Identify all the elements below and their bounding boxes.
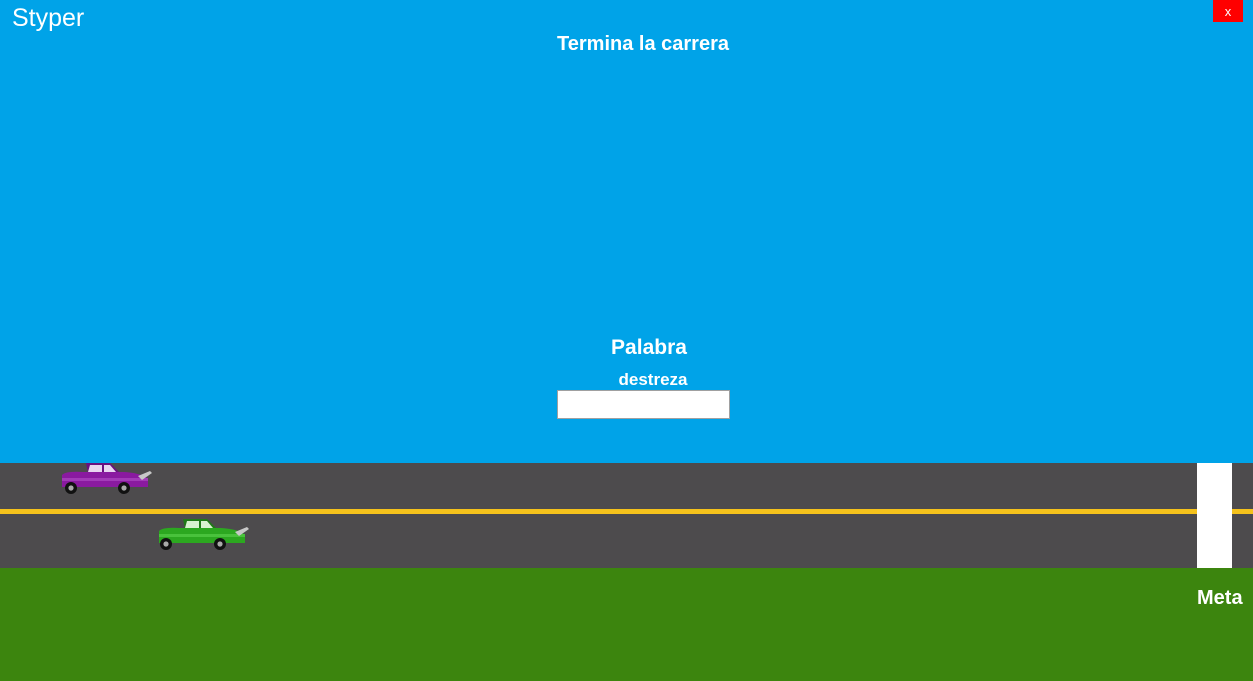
finish-label: Meta bbox=[1197, 587, 1243, 609]
grass-area: Meta bbox=[0, 568, 1253, 681]
green-car bbox=[155, 517, 249, 551]
purple-car bbox=[58, 461, 152, 495]
finish-line bbox=[1197, 463, 1232, 568]
word-label: Palabra bbox=[611, 336, 687, 359]
current-word: destreza bbox=[618, 370, 688, 389]
race-track bbox=[0, 463, 1253, 568]
game-window: Styper x Termina la carrera Palabra dest… bbox=[0, 0, 1253, 681]
lane-divider bbox=[0, 509, 1253, 514]
typing-input[interactable] bbox=[557, 390, 730, 419]
instruction-text: Termina la carrera bbox=[557, 33, 729, 55]
app-title: Styper bbox=[12, 4, 85, 32]
close-button[interactable]: x bbox=[1213, 0, 1243, 22]
